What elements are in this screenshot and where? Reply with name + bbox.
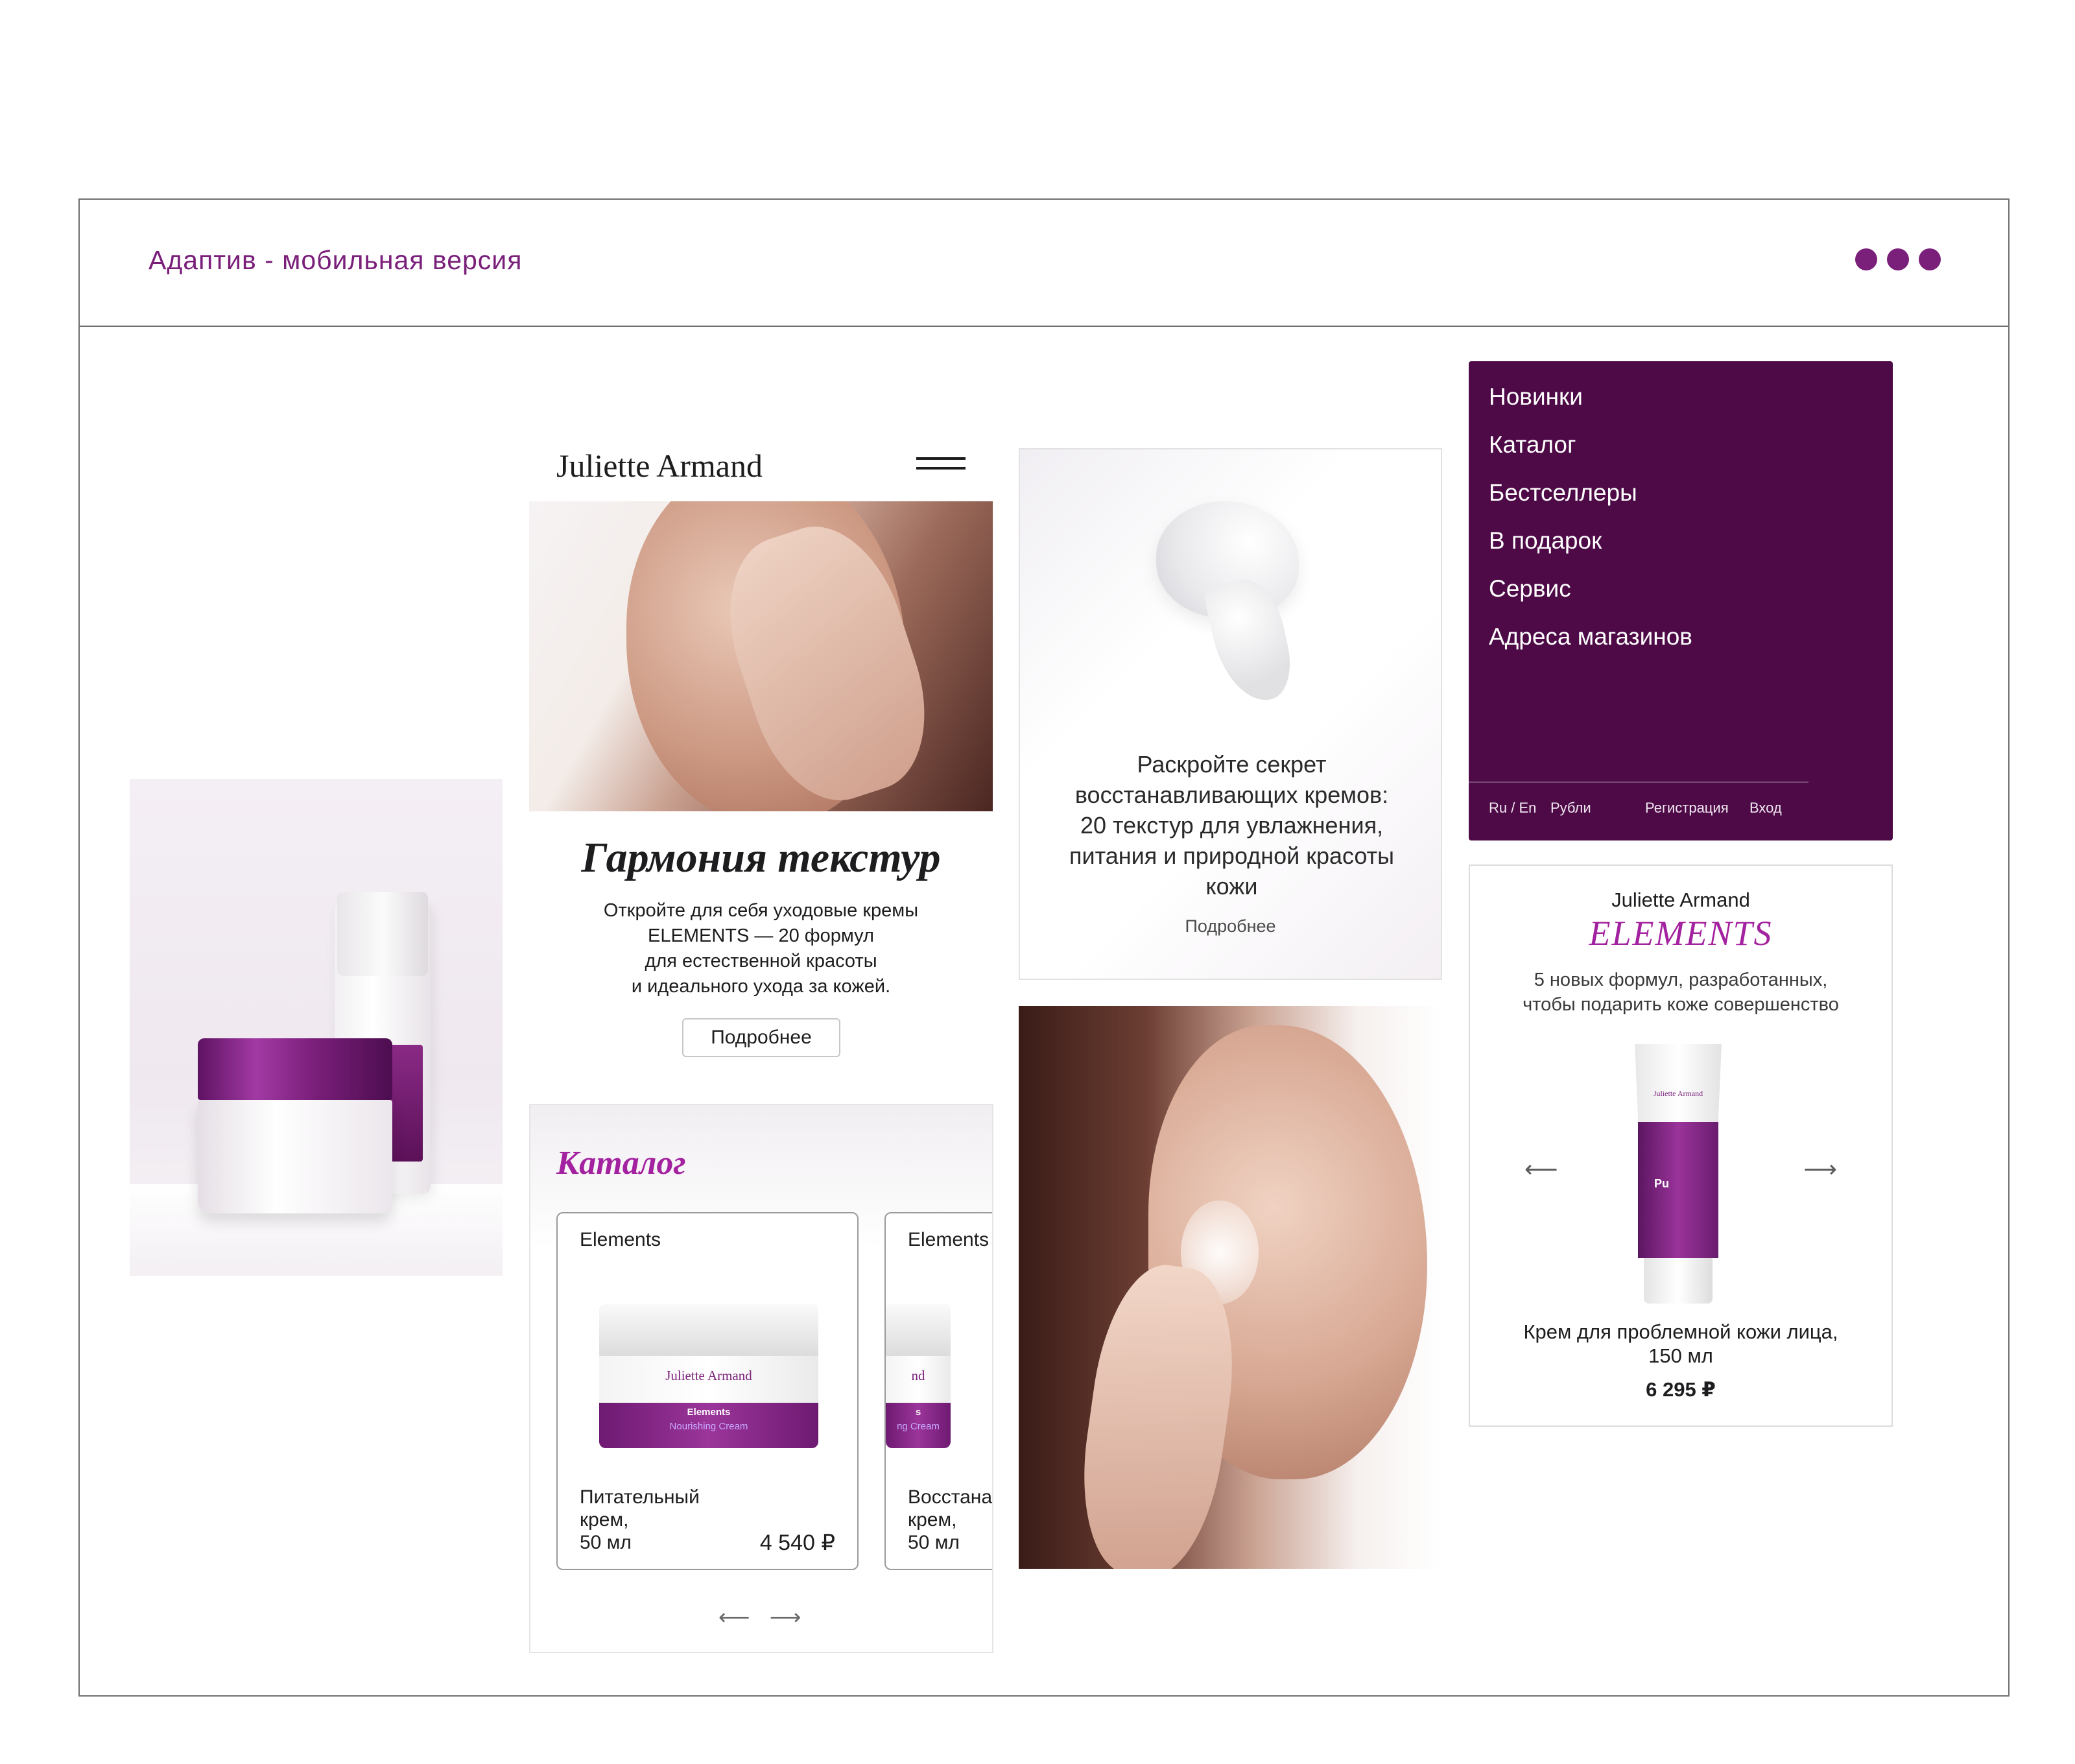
catalog-title: Каталог: [556, 1145, 686, 1182]
product-card[interactable]: Elements Juliette Armand Elements Nouris…: [556, 1212, 859, 1570]
product-jar-image: Juliette Armand Elements Nourishing Crea…: [599, 1304, 818, 1448]
product-jar-image: nd s ng Cream: [886, 1304, 951, 1448]
product-name: Питательный крем, 50 мл: [580, 1486, 700, 1553]
dot-icon: [1887, 248, 1909, 270]
product-photo: [130, 779, 503, 1276]
model-face-photo: [1019, 1006, 1442, 1569]
menu-item-bestsellers[interactable]: Бестселлеры: [1489, 479, 1637, 507]
menu-item-catalog[interactable]: Каталог: [1489, 431, 1576, 459]
texture-promo-text: Раскройте секрет восстанавливающих кремо…: [1069, 751, 1394, 900]
mobile-nav-menu: Новинки Каталог Бестселлеры В подарок Се…: [1469, 361, 1893, 840]
product-line-label: Elements: [908, 1229, 990, 1250]
hero-more-button[interactable]: Подробнее: [682, 1018, 840, 1057]
arrow-right-icon[interactable]: ⟶: [770, 1605, 821, 1630]
currency-switch[interactable]: Рубли: [1550, 800, 1591, 816]
cream-jar-image: [198, 1038, 392, 1213]
product-line-label: Elements: [580, 1229, 661, 1250]
texture-promo-card: Раскройте секрет восстанавливающих кремо…: [1019, 448, 1442, 980]
product-price: 4 540 ₽: [759, 1531, 835, 1555]
elements-product-card: Juliette Armand ELEMENTS 5 новых формул,…: [1469, 864, 1893, 1427]
arrow-right-icon[interactable]: ⟶: [1803, 1156, 1837, 1183]
hero-title: Гармония текстур: [581, 834, 941, 881]
menu-item-new[interactable]: Новинки: [1489, 383, 1583, 411]
cream-swirl-image: [1156, 501, 1299, 709]
menu-divider: [1469, 781, 1808, 783]
hero-photo: [529, 501, 993, 811]
catalog-pagination: ⟵⟶: [718, 1604, 821, 1630]
brand-logo[interactable]: Juliette Armand: [556, 447, 763, 484]
hamburger-menu-icon[interactable]: [916, 457, 966, 477]
register-link[interactable]: Регистрация: [1645, 800, 1729, 816]
dot-icon: [1855, 248, 1877, 270]
hero-description: Откройте для себя уходовые кремы ELEMENT…: [603, 900, 919, 997]
texture-more-link[interactable]: Подробнее: [1020, 916, 1441, 936]
elements-product-name: Крем для проблемной кожи лица, 150 мл: [1523, 1320, 1838, 1367]
elements-product-price: 6 295 ₽: [1646, 1378, 1716, 1401]
elements-brand: Juliette Armand: [1611, 888, 1750, 911]
arrow-left-icon[interactable]: ⟵: [718, 1605, 770, 1630]
window-dots[interactable]: [1855, 248, 1941, 270]
menu-item-gifts[interactable]: В подарок: [1489, 527, 1602, 554]
cream-tube-image: Juliette Armand Pu: [1635, 1044, 1722, 1304]
elements-title: ELEMENTS: [1589, 914, 1773, 953]
catalog-section: Каталог Elements Juliette Armand Element…: [529, 1104, 993, 1653]
menu-item-stores[interactable]: Адреса магазинов: [1489, 623, 1692, 650]
language-switch[interactable]: Ru / En: [1489, 800, 1536, 816]
dot-icon: [1919, 248, 1941, 270]
frame-header: Адаптив - мобильная версия: [80, 200, 2008, 327]
arrow-left-icon[interactable]: ⟵: [1524, 1156, 1558, 1183]
login-link[interactable]: Вход: [1749, 800, 1782, 816]
elements-subtitle: 5 новых формул, разработанных, чтобы под…: [1523, 970, 1839, 1015]
menu-item-service[interactable]: Сервис: [1489, 575, 1571, 602]
product-name: Восстана крем, 50 мл: [908, 1486, 993, 1553]
frame-title: Адаптив - мобильная версия: [148, 245, 523, 275]
mobile-hero-card: Juliette Armand Гармония текстур Откройт…: [529, 438, 993, 1077]
product-card[interactable]: Elements nd s ng Cream Восстана крем, 50…: [884, 1212, 993, 1570]
